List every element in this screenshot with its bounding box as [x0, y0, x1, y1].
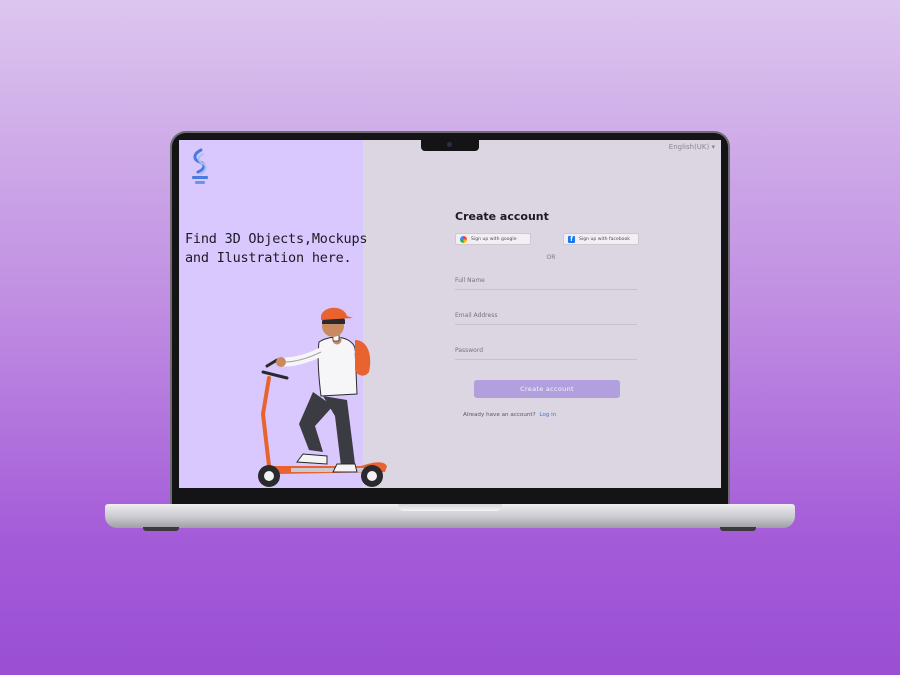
form-title: Create account [455, 210, 549, 223]
or-divider: OR [546, 254, 556, 261]
hero-headline: Find 3D Objects,Mockups and Ilustration … [185, 230, 375, 268]
scooter-illustration [258, 307, 387, 487]
facebook-signup-button[interactable]: f Sign up with facebook [563, 233, 639, 245]
camera-icon [447, 142, 452, 147]
password-field[interactable]: Password [455, 347, 637, 360]
create-account-button[interactable]: Create account [474, 380, 620, 398]
laptop-screen: Find 3D Objects,Mockups and Ilustration … [179, 140, 721, 488]
login-prompt-text: Already have an account? [463, 412, 536, 418]
facebook-icon: f [568, 235, 575, 243]
facebook-signup-label: Sign up with facebook [579, 236, 630, 242]
signup-form: Create account Sign up with google f Sig… [455, 210, 639, 418]
language-selector[interactable]: English(UK) ▾ [669, 143, 715, 151]
laptop-base [105, 504, 795, 528]
camera-notch [421, 140, 479, 151]
social-signup-row: Sign up with google f Sign up with faceb… [455, 233, 639, 245]
laptop-foot-left [143, 527, 179, 531]
hero-line-1: Find 3D Objects,Mockups [185, 231, 368, 247]
login-prompt: Already have an account? Log in [463, 412, 639, 418]
login-link[interactable]: Log in [539, 412, 556, 418]
laptop-foot-right [720, 527, 756, 531]
full-name-field[interactable]: Full Name [455, 277, 637, 290]
hero-line-2: and Ilustration here. [185, 250, 352, 266]
google-signup-label: Sign up with google [471, 236, 517, 242]
email-field[interactable]: Email Address [455, 312, 637, 325]
trackpad-notch [398, 504, 502, 511]
google-icon [460, 235, 467, 243]
google-signup-button[interactable]: Sign up with google [455, 233, 531, 245]
logo-icon[interactable] [187, 148, 213, 186]
bottom-bezel [172, 488, 728, 505]
